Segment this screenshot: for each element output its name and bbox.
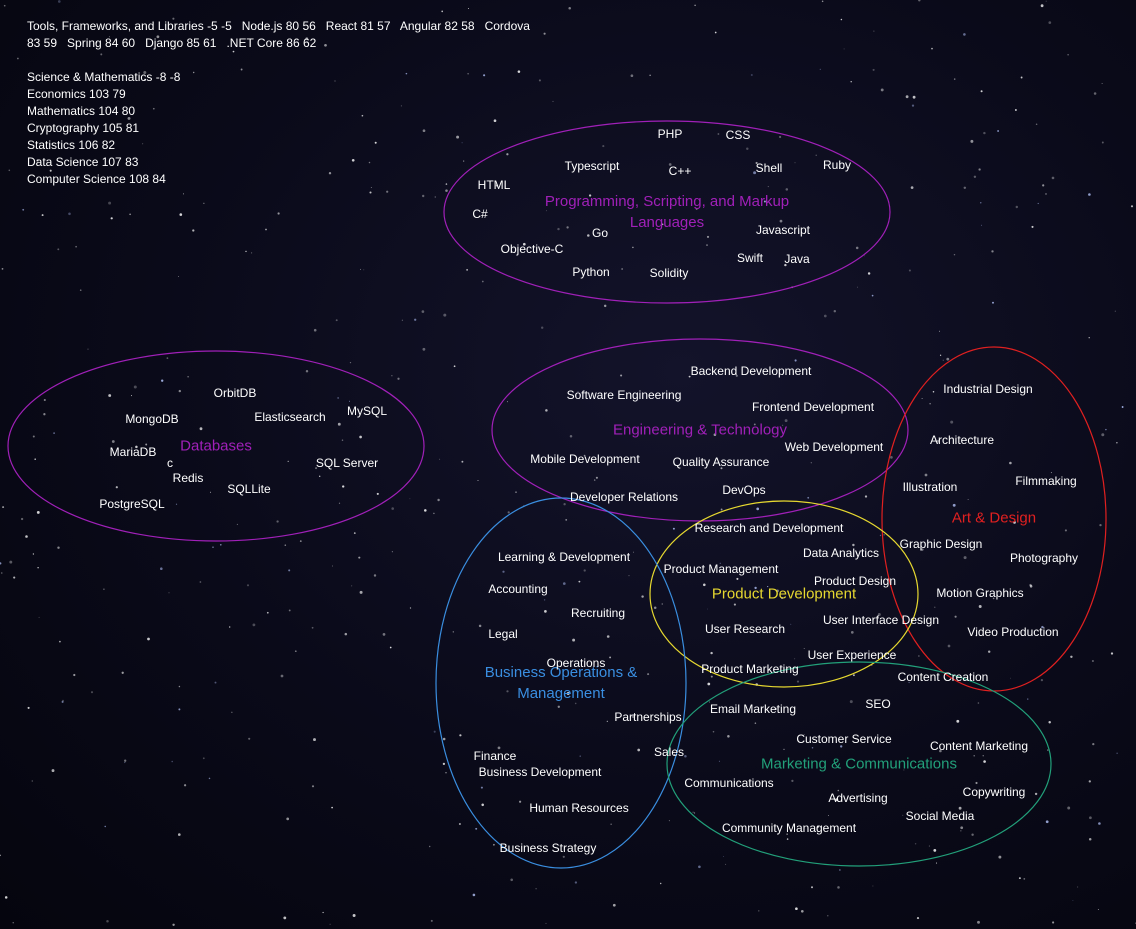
cluster-label-engineering: Engineering & Technology xyxy=(612,421,788,439)
skill-label: C++ xyxy=(668,164,692,178)
cluster-label-art: Art & Design xyxy=(951,509,1037,527)
skill-label: Product Management xyxy=(663,562,779,576)
skill-label: Architecture xyxy=(929,433,995,447)
skill-label: Advertising xyxy=(828,791,888,805)
skill-label: Email Marketing xyxy=(709,702,797,716)
skill-label: Industrial Design xyxy=(943,382,1033,396)
skill-label: Partnerships xyxy=(614,710,682,724)
skill-label: PostgreSQL xyxy=(99,497,165,511)
skill-label: SEO xyxy=(865,697,891,711)
skill-label: OrbitDB xyxy=(213,386,257,400)
skill-label: Ruby xyxy=(822,158,852,172)
skill-label: SQLLite xyxy=(227,482,271,496)
skill-label: Graphic Design xyxy=(899,537,983,551)
skill-label: Communications xyxy=(684,776,774,790)
skill-label: Customer Service xyxy=(796,732,892,746)
skill-label: Elasticsearch xyxy=(254,410,326,424)
skill-label: User Research xyxy=(704,622,786,636)
skill-label: Product Design xyxy=(813,574,897,588)
skill-label: C# xyxy=(472,207,488,221)
skill-label: Illustration xyxy=(902,480,958,494)
skill-label: Operations xyxy=(546,656,606,670)
skill-label: Motion Graphics xyxy=(936,586,1024,600)
skill-label: PHP xyxy=(657,127,683,141)
skill-label: Mobile Development xyxy=(530,452,640,466)
skill-label: Go xyxy=(591,226,609,240)
skill-label: Software Engineering xyxy=(566,388,682,402)
skill-label: Sales xyxy=(653,745,685,759)
skill-label: Business Strategy xyxy=(499,841,597,855)
skill-label: Developer Relations xyxy=(569,490,679,504)
skill-label: Shell xyxy=(755,161,783,175)
skill-label: Javascript xyxy=(755,223,811,237)
skill-label: Solidity xyxy=(649,266,689,280)
skill-label: Redis xyxy=(172,471,204,485)
skill-label: MySQL xyxy=(346,404,388,418)
skill-label: Research and Development xyxy=(694,521,844,535)
cluster-label-programming: Programming, Scripting, and Markup Langua… xyxy=(544,193,790,231)
skill-label: User Experience xyxy=(807,648,897,662)
skill-label: Java xyxy=(784,252,810,266)
skill-label: DevOps xyxy=(722,483,766,497)
skill-label: Content Creation xyxy=(897,670,989,684)
skill-label: Video Production xyxy=(967,625,1059,639)
skill-label: Python xyxy=(572,265,610,279)
skill-label: Backend Development xyxy=(690,364,812,378)
skill-label: Recruiting xyxy=(570,606,626,620)
skill-label: Objective-C xyxy=(500,242,564,256)
skill-label: Swift xyxy=(736,251,764,265)
skill-label: Photography xyxy=(1009,551,1079,565)
skill-label: MariaDB xyxy=(109,445,157,459)
skill-label: Frontend Development xyxy=(751,400,875,414)
skill-label: CSS xyxy=(725,128,751,142)
cluster-label-marketing: Marketing & Communications xyxy=(761,755,957,773)
skill-label: Social Media xyxy=(905,809,975,823)
skill-label: Copywriting xyxy=(962,785,1026,799)
skill-label: Learning & Development xyxy=(497,550,631,564)
skill-label: Product Marketing xyxy=(701,662,799,676)
skill-label: Legal xyxy=(488,627,518,641)
skill-label: Web Development xyxy=(784,440,884,454)
skill-label: c xyxy=(167,456,173,470)
skill-label: Accounting xyxy=(488,582,548,596)
skill-label: Data Analytics xyxy=(802,546,880,560)
skill-label: HTML xyxy=(477,178,511,192)
skill-label: User Interface Design xyxy=(822,613,940,627)
skill-label: Content Marketing xyxy=(929,739,1029,753)
skill-label: MongoDB xyxy=(125,412,179,426)
skill-label: Filmmaking xyxy=(1015,474,1077,488)
skill-label: Typescript xyxy=(564,159,620,173)
skill-label: Human Resources xyxy=(529,801,629,815)
skills-venn-diagram: Programming, Scripting, and Markup Langua… xyxy=(0,0,1136,929)
cluster-label-databases: Databases xyxy=(180,437,252,455)
skill-label: Quality Assurance xyxy=(672,455,770,469)
skill-label: SQL Server xyxy=(315,456,379,470)
skill-label: Business Development xyxy=(478,765,602,779)
skill-label: Community Management xyxy=(721,821,857,835)
skill-label: Finance xyxy=(473,749,517,763)
